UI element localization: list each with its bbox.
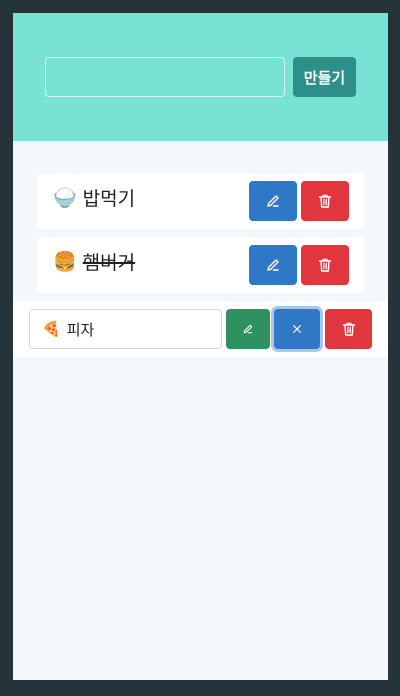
pencil-icon — [243, 324, 253, 334]
edit-button[interactable] — [249, 181, 297, 221]
todo-label: 햄버거 — [82, 251, 136, 274]
trash-icon — [342, 322, 355, 336]
todo-text: 🍔 햄버거 — [53, 237, 135, 285]
trash-icon — [318, 258, 332, 272]
delete-button[interactable] — [325, 309, 372, 349]
save-button[interactable] — [226, 309, 270, 349]
trash-icon — [318, 194, 332, 208]
todo-item-editing: 🍕 피자 — [13, 301, 388, 357]
todo-label: 밥먹기 — [82, 187, 136, 210]
header: 만들기 — [13, 13, 388, 141]
pencil-icon — [267, 195, 279, 207]
todo-emoji: 🍚 — [53, 186, 77, 209]
todo-item: 🍚 밥먹기 — [37, 173, 364, 229]
edit-todo-input[interactable]: 🍕 피자 — [29, 309, 222, 349]
create-button[interactable]: 만들기 — [293, 57, 356, 97]
todo-emoji: 🍕 — [42, 320, 61, 338]
delete-button[interactable] — [301, 245, 349, 285]
todo-emoji: 🍔 — [53, 250, 77, 273]
create-button-label: 만들기 — [303, 68, 346, 87]
todo-app: 만들기 🍚 밥먹기 🍔 햄버거 🍕 피자 — [13, 13, 388, 680]
delete-button[interactable] — [301, 181, 349, 221]
close-icon — [293, 325, 301, 333]
todo-item: 🍔 햄버거 — [37, 237, 364, 293]
edit-button[interactable] — [249, 245, 297, 285]
pencil-icon — [267, 259, 279, 271]
new-todo-input[interactable] — [45, 57, 285, 97]
edit-todo-value: 피자 — [66, 320, 95, 339]
cancel-button[interactable] — [274, 309, 320, 349]
todo-text: 🍚 밥먹기 — [53, 173, 135, 221]
